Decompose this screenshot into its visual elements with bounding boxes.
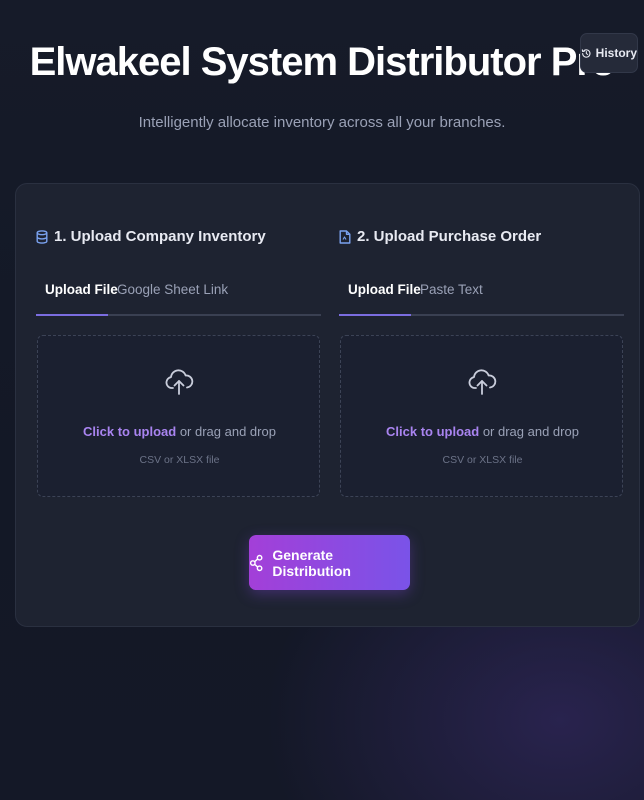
tab-google-sheet-link[interactable]: Google Sheet Link	[117, 282, 228, 297]
generate-distribution-button[interactable]: Generate Distribution	[249, 535, 410, 590]
purchase-order-dropzone[interactable]: Click to upload or drag and drop CSV or …	[340, 335, 623, 497]
generate-distribution-label: Generate Distribution	[272, 546, 351, 579]
history-icon	[581, 48, 591, 58]
page-subtitle: Intelligently allocate inventory across …	[138, 114, 506, 131]
file-type-hint: CSV or XLSX file	[442, 454, 523, 466]
history-button[interactable]: History	[580, 33, 638, 73]
distribution-card: 1. Upload Company Inventory Upload File …	[15, 183, 640, 627]
tab-upload-file[interactable]: Upload File	[348, 282, 421, 297]
drag-drop-text: or drag and drop	[176, 424, 276, 439]
share-nodes-icon	[249, 554, 263, 571]
dropzone-instructions: Click to upload or drag and drop	[341, 424, 624, 439]
database-icon	[36, 229, 48, 244]
inventory-dropzone[interactable]: Click to upload or drag and drop CSV or …	[37, 335, 320, 497]
inventory-heading-label: 1. Upload Company Inventory	[54, 228, 266, 245]
click-to-upload-link[interactable]: Click to upload	[83, 424, 176, 439]
file-type-hint: CSV or XLSX file	[139, 454, 220, 466]
history-label: History	[595, 46, 637, 60]
active-tab-indicator	[339, 314, 411, 316]
click-to-upload-link[interactable]: Click to upload	[386, 424, 479, 439]
active-tab-indicator	[36, 314, 108, 316]
page-title: Elwakeel System Distributor Pro	[29, 40, 616, 84]
purchase-order-heading: 2. Upload Purchase Order	[339, 228, 541, 245]
purchase-order-heading-label: 2. Upload Purchase Order	[357, 228, 542, 245]
file-icon	[339, 229, 351, 244]
drag-drop-text: or drag and drop	[479, 424, 579, 439]
inventory-heading: 1. Upload Company Inventory	[36, 228, 266, 245]
tab-upload-file[interactable]: Upload File	[45, 282, 118, 297]
inventory-tabs: Upload File Google Sheet Link	[36, 274, 321, 316]
cloud-upload-icon	[468, 369, 497, 395]
cloud-upload-icon	[165, 369, 194, 395]
purchase-order-tabs: Upload File Paste Text	[339, 274, 624, 316]
tab-paste-text[interactable]: Paste Text	[420, 282, 483, 297]
dropzone-instructions: Click to upload or drag and drop	[38, 424, 321, 439]
